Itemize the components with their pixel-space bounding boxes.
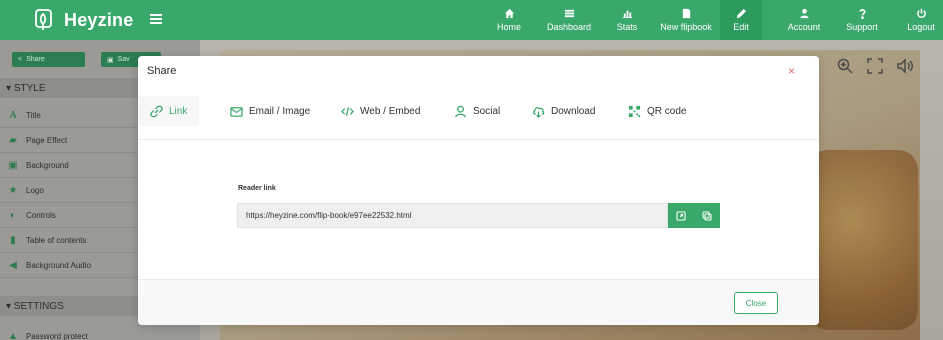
- copy-icon: [702, 210, 712, 221]
- top-navigation-bar: Heyzine Home Dashboard Stats New flipboo…: [0, 0, 943, 40]
- nav-home-label: Home: [496, 22, 521, 32]
- reader-link-label: Reader link: [238, 185, 276, 192]
- code-icon: [341, 106, 354, 116]
- style-heading: STYLE: [13, 82, 46, 94]
- open-link-button[interactable]: [668, 203, 694, 228]
- bookmark-icon: ▮: [10, 234, 16, 246]
- share-modal: Share × Link Email / Image Web / Embed S…: [138, 56, 819, 325]
- zoom-in-icon[interactable]: [836, 57, 854, 75]
- heyzine-logo-icon: [35, 9, 52, 30]
- modal-title: Share: [147, 65, 177, 77]
- nav-support[interactable]: Support: [842, 0, 882, 40]
- tab-web-embed-label: Web / Embed: [360, 105, 421, 117]
- sidebar-item-label: Password protect: [26, 332, 88, 340]
- menu-toggle-icon[interactable]: [150, 14, 162, 24]
- reader-link-input[interactable]: https://heyzine.com/flip-book/e97ee22532…: [237, 203, 668, 228]
- tab-social-label: Social: [473, 105, 501, 117]
- email-icon: [230, 106, 243, 117]
- sound-icon[interactable]: [896, 57, 914, 75]
- nav-new-flipbook-label: New flipbook: [660, 22, 712, 32]
- close-button[interactable]: Close: [734, 292, 778, 314]
- tab-social[interactable]: Social: [454, 96, 500, 126]
- bar-chart-icon: [622, 10, 632, 19]
- star-icon: ★: [8, 184, 18, 196]
- tab-link[interactable]: Link: [138, 96, 200, 126]
- home-icon: [504, 8, 514, 19]
- tab-download-label: Download: [551, 105, 596, 117]
- power-icon: [916, 8, 926, 18]
- share-button[interactable]: < Share: [12, 52, 85, 67]
- save-button-label: Sav: [117, 56, 130, 63]
- sidebar-item-label: Title: [26, 110, 41, 120]
- tab-qr-code-label: QR code: [647, 105, 687, 117]
- sidebar-item-label: Background: [26, 160, 69, 170]
- brand[interactable]: Heyzine: [34, 6, 133, 34]
- user-icon: [799, 8, 809, 19]
- nav-new-flipbook[interactable]: New flipbook: [660, 0, 712, 40]
- sidebar-item-label: Controls: [26, 210, 56, 220]
- fullscreen-icon[interactable]: [866, 57, 884, 75]
- pencil-icon: [736, 8, 746, 19]
- modal-header: Share ×: [138, 56, 819, 86]
- sidebar-item-label: Logo: [26, 185, 44, 195]
- nav-support-label: Support: [846, 22, 878, 32]
- external-link-icon: [676, 210, 686, 221]
- nav-edit[interactable]: Edit: [720, 0, 762, 40]
- nav-dashboard[interactable]: Dashboard: [543, 0, 595, 40]
- book-icon: ▰: [9, 134, 17, 146]
- nav-edit-label: Edit: [733, 22, 749, 32]
- sidebar-item-label: Table of contents: [26, 235, 87, 245]
- file-icon: [682, 8, 690, 19]
- nav-logout[interactable]: Logout: [903, 0, 939, 40]
- modal-footer: Close: [138, 279, 819, 325]
- tab-download[interactable]: Download: [532, 96, 595, 126]
- nav-account-label: Account: [787, 22, 821, 32]
- sidebar-item-label: Page Effect: [26, 135, 68, 145]
- share-tabs: Link Email / Image Web / Embed Social Do…: [138, 96, 819, 126]
- tab-email-image-label: Email / Image: [249, 105, 311, 117]
- image-icon: ▣: [8, 159, 18, 171]
- toggle-icon: ◐: [9, 209, 17, 221]
- link-icon: [150, 105, 163, 117]
- preview-toolbar: [836, 57, 914, 75]
- preview-illustration: [808, 150, 918, 330]
- qr-icon: [628, 105, 641, 117]
- nav-home[interactable]: Home: [490, 0, 528, 40]
- nav-stats[interactable]: Stats: [610, 0, 644, 40]
- list-icon: [564, 9, 574, 18]
- tab-qr-code[interactable]: QR code: [628, 96, 686, 126]
- speaker-icon: ◀: [9, 259, 17, 271]
- share-button-label: Share: [26, 56, 45, 63]
- modal-body: Reader link https://heyzine.com/flip-boo…: [138, 139, 819, 279]
- caret-down-icon: ▾: [6, 300, 14, 312]
- nav-stats-label: Stats: [616, 22, 638, 32]
- text-a-icon: A: [9, 109, 17, 121]
- person-icon: [455, 105, 466, 117]
- share-icon: <: [18, 56, 23, 63]
- sidebar-item-password-protect[interactable]: ▲ Password protect: [0, 324, 200, 340]
- reader-link-value: https://heyzine.com/flip-book/e97ee22532…: [246, 211, 412, 220]
- settings-heading: SETTINGS: [13, 300, 64, 312]
- nav-logout-label: Logout: [907, 22, 935, 32]
- lock-icon: ▲: [8, 331, 18, 340]
- question-icon: [858, 9, 866, 19]
- tab-web-embed[interactable]: Web / Embed: [341, 96, 420, 126]
- brand-name: Heyzine: [64, 9, 134, 30]
- tab-link-label: Link: [169, 105, 188, 117]
- tab-email-image[interactable]: Email / Image: [230, 96, 310, 126]
- cloud-download-icon: [533, 106, 545, 118]
- nav-dashboard-label: Dashboard: [546, 22, 592, 32]
- modal-close-icon[interactable]: ×: [788, 64, 795, 78]
- caret-down-icon: ▾: [6, 82, 14, 94]
- save-icon: ▣: [107, 56, 114, 64]
- nav-account[interactable]: Account: [783, 0, 825, 40]
- sidebar-item-label: Background Audio: [26, 260, 91, 270]
- copy-link-button[interactable]: [694, 203, 720, 228]
